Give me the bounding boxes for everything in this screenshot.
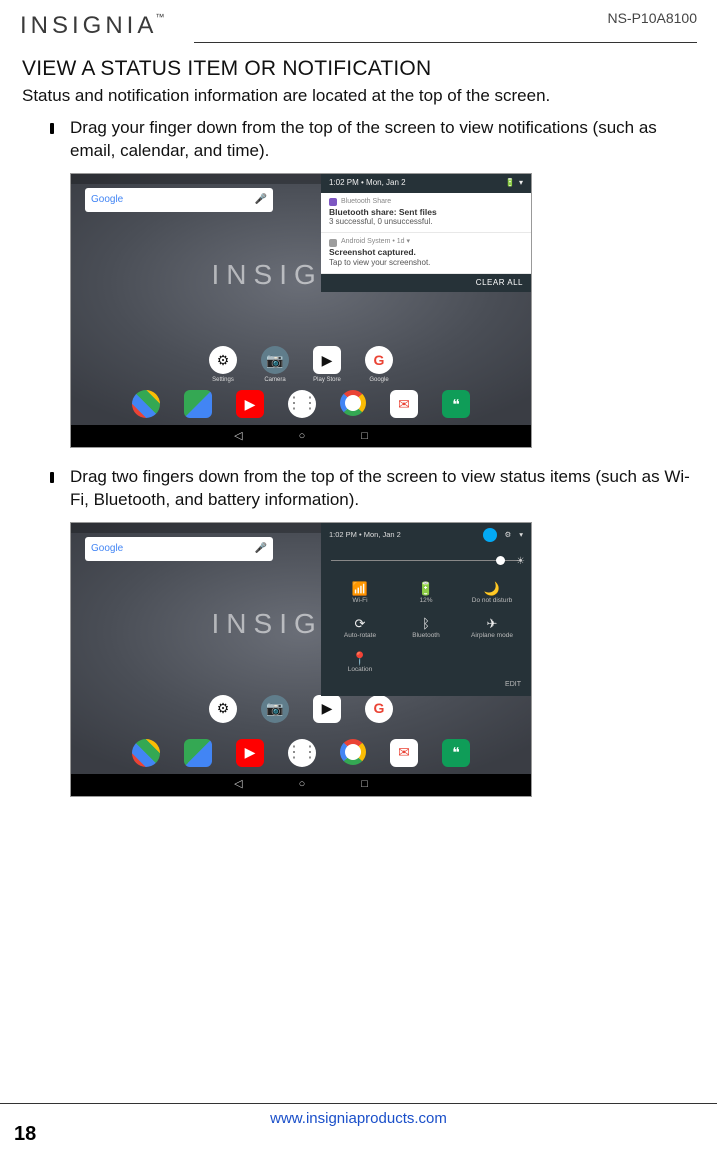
bullet-text: Drag your finger down from the top of th… bbox=[70, 118, 657, 160]
youtube-icon[interactable]: ▶ bbox=[236, 739, 264, 767]
notif-body: Tap to view your screenshot. bbox=[329, 258, 523, 268]
notif-time: 1:02 PM • Mon, Jan 2 bbox=[329, 178, 406, 189]
camera-icon[interactable]: 📷 bbox=[261, 695, 289, 723]
hangouts-icon[interactable]: ❝ bbox=[442, 390, 470, 418]
page-footer: www.insigniaproducts.com bbox=[0, 1103, 717, 1128]
google-folder-icon[interactable]: G bbox=[365, 346, 393, 374]
qs-tile[interactable]: 📶Wi-Fi bbox=[329, 581, 391, 606]
photos-icon[interactable] bbox=[132, 739, 160, 767]
qs-tile-label: Auto-rotate bbox=[329, 632, 391, 641]
qs-tile-label: Wi-Fi bbox=[329, 597, 391, 606]
notif-title: Bluetooth share: Sent files bbox=[329, 207, 523, 218]
photos-icon[interactable] bbox=[132, 390, 160, 418]
expand-icon[interactable]: ▾ bbox=[519, 530, 523, 540]
play-store-icon[interactable]: ▶ bbox=[313, 346, 341, 374]
qs-tile[interactable]: ⟳Auto-rotate bbox=[329, 616, 391, 641]
nav-recent-icon[interactable]: □ bbox=[361, 777, 368, 792]
search-bar[interactable]: Google 🎤 bbox=[85, 537, 273, 561]
search-logo: Google bbox=[91, 542, 123, 556]
hangouts-icon[interactable]: ❝ bbox=[442, 739, 470, 767]
search-bar[interactable]: Google 🎤 bbox=[85, 188, 273, 212]
qs-time: 1:02 PM • Mon, Jan 2 bbox=[329, 530, 401, 540]
figure-quick-settings: INSIGNIA Google 🎤 ⚙ 📷 ▶ G ▶ ⋮⋮ bbox=[70, 522, 532, 797]
figure-notifications: INSIGNIA Google 🎤 ⚙Settings 📷Camera ▶Pla… bbox=[70, 173, 532, 448]
gmail-icon[interactable]: ✉ bbox=[390, 390, 418, 418]
bluetooth-icon bbox=[329, 198, 337, 206]
nav-back-icon[interactable]: ◁ bbox=[234, 429, 242, 444]
footer-url[interactable]: www.insigniaproducts.com bbox=[270, 1110, 447, 1127]
model-number: NS-P10A8100 bbox=[607, 10, 697, 26]
qs-tile-icon: 🌙 bbox=[461, 581, 523, 597]
chrome-icon[interactable] bbox=[340, 739, 366, 765]
nav-back-icon[interactable]: ◁ bbox=[234, 777, 242, 792]
qs-tile[interactable]: 🌙Do not disturb bbox=[461, 581, 523, 606]
qs-tile-icon: 📶 bbox=[329, 581, 391, 597]
brand-logo: INSIGNIA™ bbox=[20, 12, 164, 40]
bullet-item: Drag your finger down from the top of th… bbox=[50, 117, 695, 448]
youtube-icon[interactable]: ▶ bbox=[236, 390, 264, 418]
qs-tile-icon: 📍 bbox=[329, 650, 391, 666]
bullet-item: Drag two fingers down from the top of th… bbox=[50, 466, 695, 797]
notification-card[interactable]: Bluetooth Share Bluetooth share: Sent fi… bbox=[321, 193, 531, 233]
google-folder-icon[interactable]: G bbox=[365, 695, 393, 723]
status-icons: 🔋▾ bbox=[501, 178, 523, 189]
settings-icon[interactable]: ⚙ bbox=[209, 695, 237, 723]
play-store-icon[interactable]: ▶ bbox=[313, 695, 341, 723]
nav-recent-icon[interactable]: □ bbox=[361, 429, 368, 444]
camera-icon[interactable]: 📷 bbox=[261, 346, 289, 374]
section-heading: VIEW A STATUS ITEM OR NOTIFICATION bbox=[22, 57, 695, 81]
settings-gear-icon[interactable]: ⚙ bbox=[505, 530, 512, 540]
qs-tile-label: 12% bbox=[395, 597, 457, 606]
qs-tile-icon: 🔋 bbox=[395, 581, 457, 597]
app-drawer-icon[interactable]: ⋮⋮ bbox=[288, 390, 316, 418]
gmail-icon[interactable]: ✉ bbox=[390, 739, 418, 767]
nav-home-icon[interactable]: ○ bbox=[299, 429, 306, 444]
qs-tile-icon: ✈ bbox=[461, 616, 523, 632]
notification-panel: 1:02 PM • Mon, Jan 2 🔋▾ Bluetooth Share … bbox=[321, 174, 531, 292]
nav-bar: ◁ ○ □ bbox=[71, 774, 531, 796]
section-intro: Status and notification information are … bbox=[22, 85, 695, 107]
nav-home-icon[interactable]: ○ bbox=[299, 777, 306, 792]
quick-settings-panel: 1:02 PM • Mon, Jan 2 ⚙ ▾ ☀ 📶Wi-Fi🔋12%🌙Do… bbox=[321, 523, 531, 696]
user-avatar-icon[interactable] bbox=[483, 528, 497, 542]
qs-tile[interactable]: ᛒBluetooth bbox=[395, 616, 457, 641]
app-drawer-icon[interactable]: ⋮⋮ bbox=[288, 739, 316, 767]
notif-body: 3 successful, 0 unsuccessful. bbox=[329, 217, 523, 227]
edit-tiles-button[interactable]: EDIT bbox=[321, 677, 531, 689]
chrome-icon[interactable] bbox=[340, 390, 366, 416]
search-mic-icon: 🎤 bbox=[255, 542, 267, 556]
qs-tile-label: Do not disturb bbox=[461, 597, 523, 606]
qs-tile-icon: ᛒ bbox=[395, 616, 457, 632]
maps-icon[interactable] bbox=[184, 390, 212, 418]
header-rule bbox=[194, 42, 697, 43]
search-logo: Google bbox=[91, 193, 123, 207]
android-system-icon bbox=[329, 239, 337, 247]
maps-icon[interactable] bbox=[184, 739, 212, 767]
qs-tile[interactable]: 🔋12% bbox=[395, 581, 457, 606]
page-header: INSIGNIA™ NS-P10A8100 bbox=[0, 0, 717, 43]
page-number: 18 bbox=[14, 1123, 36, 1146]
qs-tile[interactable]: 📍Location bbox=[329, 650, 391, 675]
notif-title: Screenshot captured. bbox=[329, 247, 523, 258]
qs-tile-icon: ⟳ bbox=[329, 616, 391, 632]
page-content: VIEW A STATUS ITEM OR NOTIFICATION Statu… bbox=[0, 43, 717, 797]
brightness-icon: ☀ bbox=[516, 555, 525, 569]
notification-card[interactable]: Android System • 1d ▾ Screenshot capture… bbox=[321, 233, 531, 273]
qs-tile-label: Bluetooth bbox=[395, 632, 457, 641]
search-mic-icon: 🎤 bbox=[255, 193, 267, 207]
bullet-text: Drag two fingers down from the top of th… bbox=[70, 467, 690, 509]
brightness-slider[interactable]: ☀ bbox=[331, 549, 521, 571]
nav-bar: ◁ ○ □ bbox=[71, 425, 531, 447]
qs-tile-label: Location bbox=[329, 666, 391, 675]
settings-icon[interactable]: ⚙ bbox=[209, 346, 237, 374]
qs-tile-label: Airplane mode bbox=[461, 632, 523, 641]
clear-all-button[interactable]: CLEAR ALL bbox=[321, 274, 531, 293]
qs-tile[interactable]: ✈Airplane mode bbox=[461, 616, 523, 641]
